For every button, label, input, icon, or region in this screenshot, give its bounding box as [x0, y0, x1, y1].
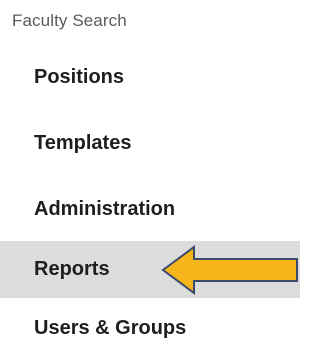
section-title: Faculty Search — [12, 11, 127, 30]
faculty-search-nav: Faculty Search Positions Templates Admin… — [0, 0, 300, 356]
sidebar-item-label: Reports — [34, 258, 110, 280]
sidebar-item-label: Users & Groups — [34, 316, 187, 339]
sidebar-item-users-groups[interactable]: Users & Groups — [0, 302, 300, 354]
sidebar-item-label: Administration — [34, 197, 176, 220]
sidebar-item-label: Positions — [34, 65, 125, 88]
sidebar-item-label: Templates — [34, 131, 132, 154]
sidebar-item-positions[interactable]: Positions — [0, 51, 300, 103]
sidebar-item-templates[interactable]: Templates — [0, 117, 300, 169]
left-arrow-callout-icon — [161, 245, 298, 295]
sidebar-item-administration[interactable]: Administration — [0, 183, 300, 235]
